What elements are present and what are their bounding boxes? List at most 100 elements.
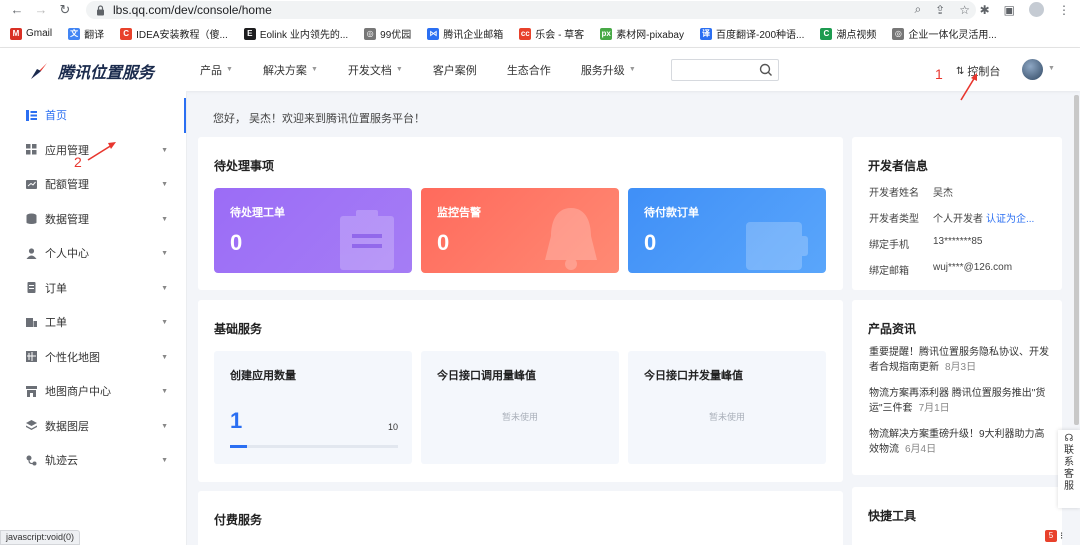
extensions-icon[interactable]: ✱ bbox=[980, 3, 990, 17]
star-icon[interactable]: ☆ bbox=[959, 3, 970, 17]
developer-info-key: 开发者姓名 bbox=[869, 188, 919, 199]
nav-item[interactable]: 产品 ▼ bbox=[200, 62, 233, 78]
sidebar-item-label: 数据管理 bbox=[45, 213, 89, 226]
translate-icon: 文 bbox=[68, 27, 81, 40]
service-stat-title: 创建应用数量 bbox=[230, 370, 296, 382]
sidebar-item[interactable]: 个性化地图 ▼ bbox=[0, 340, 186, 375]
sidepanel-icon[interactable]: ▣ bbox=[1004, 3, 1015, 17]
wallet-icon bbox=[746, 216, 808, 273]
search-input[interactable] bbox=[671, 59, 779, 81]
csdn-icon[interactable]: 5 bbox=[1045, 530, 1057, 542]
chevron-down-icon[interactable]: ▼ bbox=[161, 423, 168, 430]
order-icon bbox=[26, 282, 37, 294]
chevron-down-icon[interactable]: ▼ bbox=[161, 285, 168, 292]
news-item[interactable]: 重要提醒！腾讯位置服务隐私协议、开发者合规指南更新 8月3日 bbox=[869, 345, 1054, 375]
welcome-text: 您好， 吴杰！欢迎来到腾讯位置服务平台！ bbox=[213, 113, 426, 125]
chevron-down-icon[interactable]: ▼ bbox=[1048, 65, 1055, 72]
nav-item[interactable]: 生态合作 bbox=[507, 62, 551, 78]
pending-tile-label: 监控告警 bbox=[437, 207, 481, 219]
csdn-icon: C bbox=[120, 27, 133, 40]
search-icon[interactable] bbox=[758, 62, 774, 78]
bookmark-item[interactable]: px 素材网-pixabay bbox=[600, 26, 684, 41]
share-icon[interactable]: ⇪ bbox=[935, 3, 945, 17]
bookmark-label: 素材网-pixabay bbox=[616, 30, 684, 41]
sidebar-item[interactable]: 轨迹云 ▼ bbox=[0, 443, 186, 478]
service-stat-empty: 暂未使用 bbox=[501, 412, 538, 422]
news-item[interactable]: 物流解决方案重磅升级！9大利器助力高效物流 6月4日 bbox=[869, 427, 1054, 457]
bookmark-item[interactable]: ◎ 企业一体化灵活用... bbox=[892, 26, 997, 41]
bookmark-item[interactable]: ◎ 99优园 bbox=[364, 26, 411, 41]
sidebar-item-label: 应用管理 bbox=[45, 144, 89, 157]
globe-icon: ◎ bbox=[892, 27, 905, 40]
lock-icon bbox=[97, 4, 104, 15]
sidebar-item[interactable]: 个人中心 ▼ bbox=[0, 236, 186, 271]
pending-tile[interactable]: 待付款订单 0 bbox=[628, 188, 826, 273]
nav-item[interactable]: 客户案例 bbox=[433, 62, 477, 78]
reload-icon[interactable]: ↻ bbox=[58, 3, 72, 17]
pending-tile[interactable]: 监控告警 0 bbox=[421, 188, 619, 273]
sidebar-item[interactable]: 首页 bbox=[0, 98, 186, 133]
bookmark-item[interactable]: C IDEA安装教程（傻... bbox=[120, 26, 228, 41]
chevron-down-icon[interactable]: ▼ bbox=[161, 181, 168, 188]
chevron-down-icon[interactable]: ▼ bbox=[161, 250, 168, 257]
chevron-down-icon[interactable]: ▼ bbox=[161, 354, 168, 361]
cc-icon: cc bbox=[519, 27, 532, 40]
pending-tile-count: 0 bbox=[230, 230, 243, 255]
nav-item[interactable]: 开发文档 ▼ bbox=[348, 62, 403, 78]
news-item[interactable]: 物流方案再添利器 腾讯位置服务推出"货运"三件套 7月1日 bbox=[869, 386, 1054, 416]
contact-service-button[interactable]: ☊ 联系客服 bbox=[1058, 430, 1080, 508]
chevron-down-icon[interactable]: ▼ bbox=[161, 319, 168, 326]
news-item-text: 物流解决方案重磅升级！9大利器助力高效物流 bbox=[869, 429, 1045, 455]
more-icon[interactable]: ⁝ bbox=[1060, 531, 1063, 542]
sidebar-item[interactable]: 数据管理 ▼ bbox=[0, 202, 186, 237]
nav-item-label: 生态合作 bbox=[506, 64, 551, 77]
chevron-down-icon[interactable]: ▼ bbox=[161, 147, 168, 154]
nav-item[interactable]: 解决方案 ▼ bbox=[263, 62, 318, 78]
sidebar-item[interactable]: 地图商户中心 ▼ bbox=[0, 374, 186, 409]
bookmark-item[interactable]: E Eolink 业内领先的... bbox=[243, 26, 348, 41]
bookmarks-bar: M Gmail 文翻译 C IDEA安装教程（傻... E Eolink 业内领先的... ◎… bbox=[0, 20, 1080, 48]
sidebar-item[interactable]: 工单 ▼ bbox=[0, 305, 186, 340]
bookmark-item[interactable]: cc 乐会 - 草客 bbox=[519, 26, 584, 41]
annotation-arrow-1 bbox=[960, 73, 977, 101]
sidebar-item-label: 数据图层 bbox=[45, 420, 89, 433]
bookmark-item[interactable]: 译百度翻译-200种语... bbox=[700, 26, 804, 41]
bookmark-item[interactable]: ⋈ 腾讯企业邮箱 bbox=[427, 26, 503, 41]
sidebar-item-label: 个人中心 bbox=[45, 248, 89, 261]
bookmark-label: IDEA安装教程（傻... bbox=[136, 30, 228, 41]
service-stat: 今日接口并发量峰值 暂未使用 bbox=[628, 351, 826, 464]
annotation-arrow-2 bbox=[87, 142, 116, 161]
pending-tile[interactable]: 待处理工单 0 bbox=[214, 188, 412, 273]
menu-icon[interactable]: ⋮ bbox=[1058, 3, 1070, 17]
logo[interactable]: 腾讯位置服务 bbox=[28, 59, 154, 83]
corner-icons: 5 ⁝ bbox=[1045, 530, 1063, 542]
chevron-down-icon[interactable]: ▼ bbox=[161, 216, 168, 223]
bell-icon bbox=[541, 204, 601, 273]
address-bar[interactable]: lbs.qq.com/dev/console/home bbox=[86, 1, 976, 19]
bookmark-item[interactable]: C 潮点视频 bbox=[820, 26, 876, 41]
annotation-number-1: 1 bbox=[935, 66, 943, 82]
avatar[interactable] bbox=[1022, 59, 1043, 80]
sidebar-item-label: 个性化地图 bbox=[45, 351, 100, 364]
bookmark-item[interactable]: M Gmail bbox=[10, 27, 52, 40]
nav-item[interactable]: 服务升级 ▼ bbox=[581, 62, 636, 78]
bookmark-item[interactable]: 文翻译 bbox=[68, 26, 104, 41]
sidebar-item[interactable]: 数据图层 ▼ bbox=[0, 409, 186, 444]
zoom-icon[interactable]: ⌕ bbox=[914, 2, 921, 17]
sidebar-item[interactable]: 配额管理 ▼ bbox=[0, 167, 186, 202]
pixabay-icon: px bbox=[600, 27, 613, 40]
sidebar-item-label: 轨迹云 bbox=[45, 455, 78, 468]
chevron-down-icon[interactable]: ▼ bbox=[161, 388, 168, 395]
bookmark-label: 百度翻译-200种语... bbox=[716, 30, 805, 41]
chevron-down-icon: ▼ bbox=[226, 66, 233, 73]
scrollbar[interactable] bbox=[1074, 95, 1079, 425]
bookmark-label: 企业一体化灵活用... bbox=[908, 30, 997, 41]
sidebar-item[interactable]: 订单 ▼ bbox=[0, 271, 186, 306]
news-item-date: 8月3日 bbox=[945, 362, 977, 373]
chevron-down-icon[interactable]: ▼ bbox=[161, 457, 168, 464]
profile-icon[interactable] bbox=[1029, 2, 1044, 17]
verify-enterprise-link[interactable]: 认证为企... bbox=[986, 210, 1034, 225]
nav-item-label: 解决方案 bbox=[262, 64, 307, 77]
forward-icon[interactable]: → bbox=[34, 3, 48, 17]
back-icon[interactable]: ← bbox=[10, 3, 24, 17]
